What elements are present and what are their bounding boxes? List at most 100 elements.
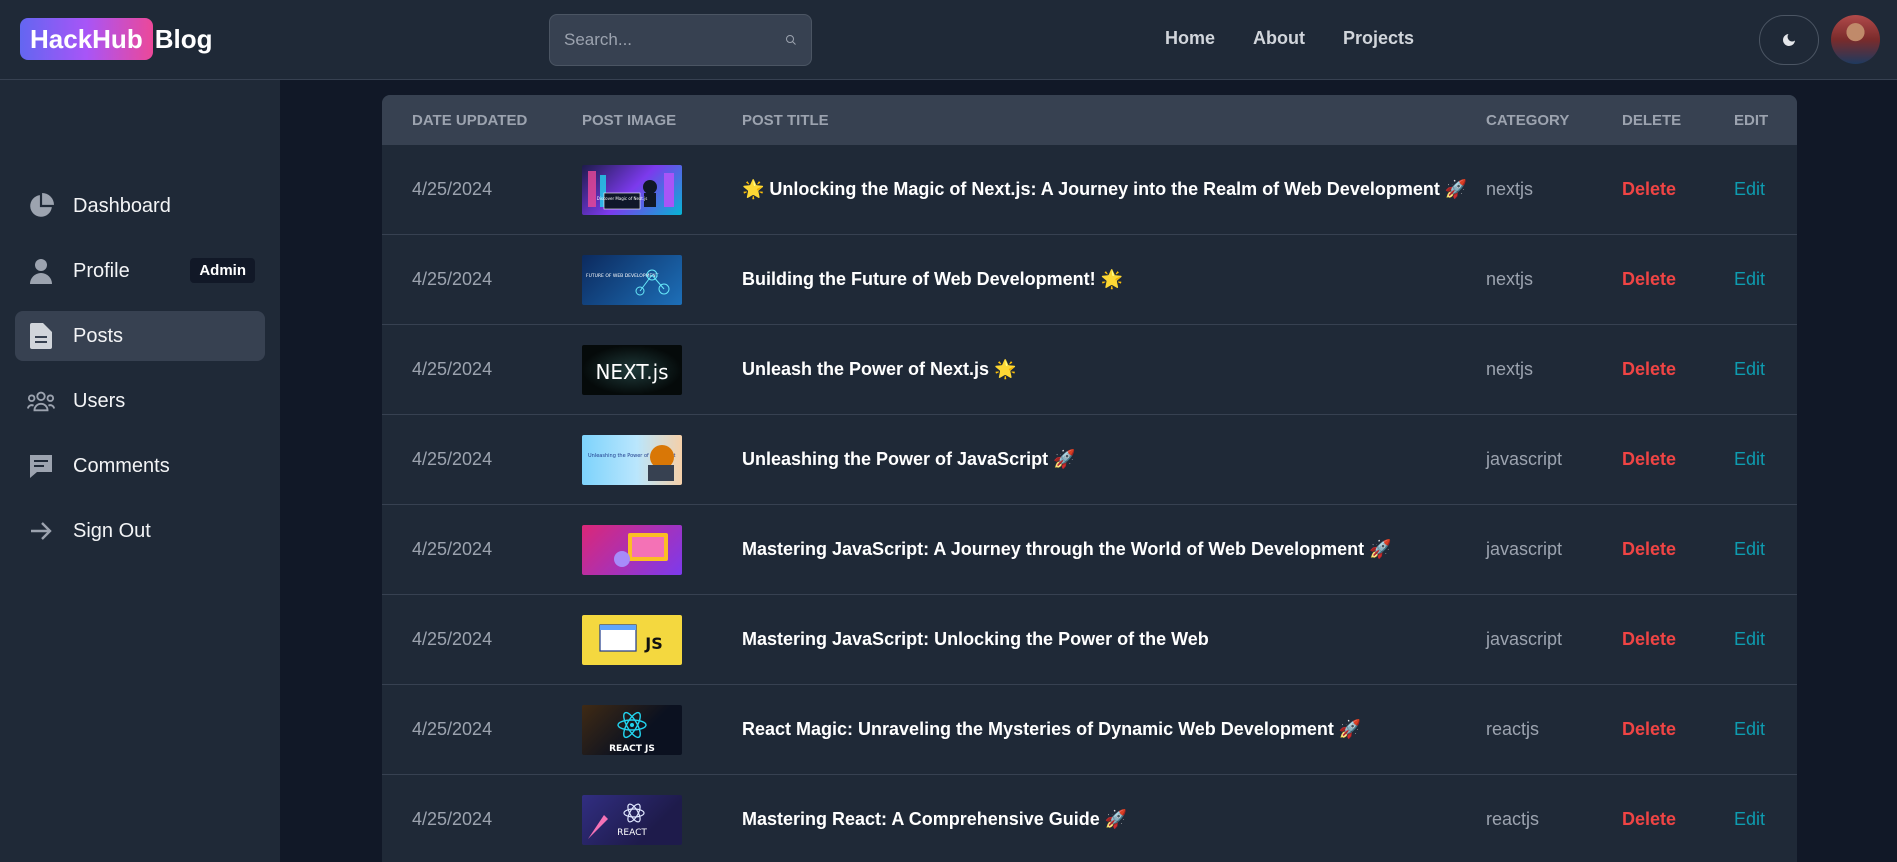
header-post-title: Post title [742,112,829,129]
delete-link[interactable]: Delete [1622,719,1676,740]
row-date: 4/25/2024 [412,539,493,559]
thumb-text: REACT JS [609,744,655,754]
post-title-link[interactable]: Unleash the Power of Next.js 🌟 [742,359,1016,380]
search-icon[interactable] [785,29,797,51]
table-header: Date updated Post image Post title Categ… [382,95,1797,145]
delete-link[interactable]: Delete [1622,269,1676,290]
theme-toggle-button[interactable] [1759,15,1819,65]
sidebar-item-posts[interactable]: Posts [15,311,265,361]
sidebar: Dashboard Profile Admin Posts Users Comm… [0,80,280,862]
document-icon [27,322,55,350]
thumb-text: REACT [617,828,647,838]
delete-link[interactable]: Delete [1622,629,1676,650]
sidebar-item-dashboard[interactable]: Dashboard [15,181,265,231]
delete-link[interactable]: Delete [1622,539,1676,560]
header-delete: Delete [1622,112,1682,129]
edit-link[interactable]: Edit [1734,629,1765,650]
thumb-text: JS [644,634,662,653]
delete-link[interactable]: Delete [1622,809,1676,830]
post-thumbnail[interactable] [582,525,682,575]
search-input[interactable] [564,30,785,50]
post-thumbnail[interactable]: REACT [582,795,682,845]
brand-badge: HackHub [20,18,153,60]
delete-link[interactable]: Delete [1622,449,1676,470]
row-category: nextjs [1486,359,1534,379]
thumb-text: NEXT.js [595,360,668,384]
post-thumbnail[interactable]: NEXT.js [582,345,682,395]
row-date: 4/25/2024 [412,629,493,649]
post-title-link[interactable]: Unleashing the Power of JavaScript 🚀 [742,449,1076,470]
user-avatar[interactable] [1831,15,1880,64]
edit-link[interactable]: Edit [1734,359,1765,380]
post-title-link[interactable]: Mastering React: A Comprehensive Guide 🚀 [742,809,1127,830]
table-row: 4/25/2024 NEXT.js Unleash the Power of N… [382,325,1797,415]
posts-table: Date updated Post image Post title Categ… [382,95,1797,862]
sidebar-item-comments[interactable]: Comments [15,441,265,491]
row-date: 4/25/2024 [412,809,493,829]
post-thumbnail[interactable]: FUTURE OF WEB DEVELOPMENT [582,255,682,305]
sidebar-item-label: Users [73,389,126,412]
post-thumbnail[interactable]: Discover Magic of Next.js [582,165,682,215]
sidebar-item-profile[interactable]: Profile Admin [15,246,265,296]
pie-chart-icon [27,192,55,220]
post-thumbnail[interactable]: JS [582,615,682,665]
row-date: 4/25/2024 [412,449,493,469]
post-title-link[interactable]: Building the Future of Web Development! … [742,269,1123,290]
brand-logo[interactable]: HackHub Blog [20,18,212,60]
nav-home-link[interactable]: Home [1165,28,1215,49]
row-category: reactjs [1486,809,1540,829]
post-title-link[interactable]: React Magic: Unraveling the Mysteries of… [742,719,1361,740]
table-row: 4/25/2024 JS Mastering JavaScript: Unloc… [382,595,1797,685]
edit-link[interactable]: Edit [1734,539,1765,560]
header-post-image: Post image [582,112,677,129]
arrow-right-icon [27,517,55,545]
table-row: 4/25/2024 Mastering JavaScript: A Journe… [382,505,1797,595]
post-title-link[interactable]: Mastering JavaScript: A Journey through … [742,539,1392,560]
edit-link[interactable]: Edit [1734,179,1765,200]
post-title-link[interactable]: 🌟 Unlocking the Magic of Next.js: A Jour… [742,179,1467,200]
sidebar-item-label: Sign Out [73,519,151,542]
row-date: 4/25/2024 [412,179,493,199]
nav-projects-link[interactable]: Projects [1343,28,1414,49]
row-date: 4/25/2024 [412,269,493,289]
header-category: Category [1486,112,1570,129]
sidebar-item-label: Posts [73,324,124,347]
admin-badge: Admin [190,258,255,283]
row-category: javascript [1486,539,1563,559]
post-thumbnail[interactable]: Unleashing the Power of JavaScript [582,435,682,485]
comment-icon [27,452,55,480]
sidebar-item-label: Dashboard [73,194,171,217]
thumb-text: Discover Magic of Next.js [597,196,648,201]
delete-link[interactable]: Delete [1622,179,1676,200]
users-icon [27,387,55,415]
user-icon [27,257,55,285]
row-category: nextjs [1486,179,1534,199]
table-row: 4/25/2024 REACT JS React Magic: Unraveli… [382,685,1797,775]
sidebar-item-sign-out[interactable]: Sign Out [15,506,265,556]
table-row: 4/25/2024 Discover Magic of Next.js 🌟 Un… [382,145,1797,235]
edit-link[interactable]: Edit [1734,719,1765,740]
sidebar-item-users[interactable]: Users [15,376,265,426]
table-row: 4/25/2024 Unleashing the Power of JavaSc… [382,415,1797,505]
header-edit: Edit [1734,112,1769,129]
edit-link[interactable]: Edit [1734,809,1765,830]
row-category: reactjs [1486,719,1540,739]
edit-link[interactable]: Edit [1734,449,1765,470]
search-box [549,14,812,66]
sidebar-item-label: Profile [73,259,130,282]
row-category: nextjs [1486,269,1534,289]
delete-link[interactable]: Delete [1622,359,1676,380]
row-category: javascript [1486,449,1563,469]
brand-name: Blog [154,23,213,54]
sidebar-item-label: Comments [73,454,170,477]
table-row: 4/25/2024 REACT Mastering React: A Compr… [382,775,1797,862]
moon-icon [1783,34,1795,46]
header-date-updated: Date updated [412,112,528,129]
post-thumbnail[interactable]: REACT JS [582,705,682,755]
post-title-link[interactable]: Mastering JavaScript: Unlocking the Powe… [742,629,1209,650]
top-header: HackHub Blog Home About Projects [0,0,1897,80]
table-row: 4/25/2024 FUTURE OF WEB DEVELOPMENT Buil… [382,235,1797,325]
nav-about-link[interactable]: About [1253,28,1305,49]
edit-link[interactable]: Edit [1734,269,1765,290]
row-date: 4/25/2024 [412,359,493,379]
